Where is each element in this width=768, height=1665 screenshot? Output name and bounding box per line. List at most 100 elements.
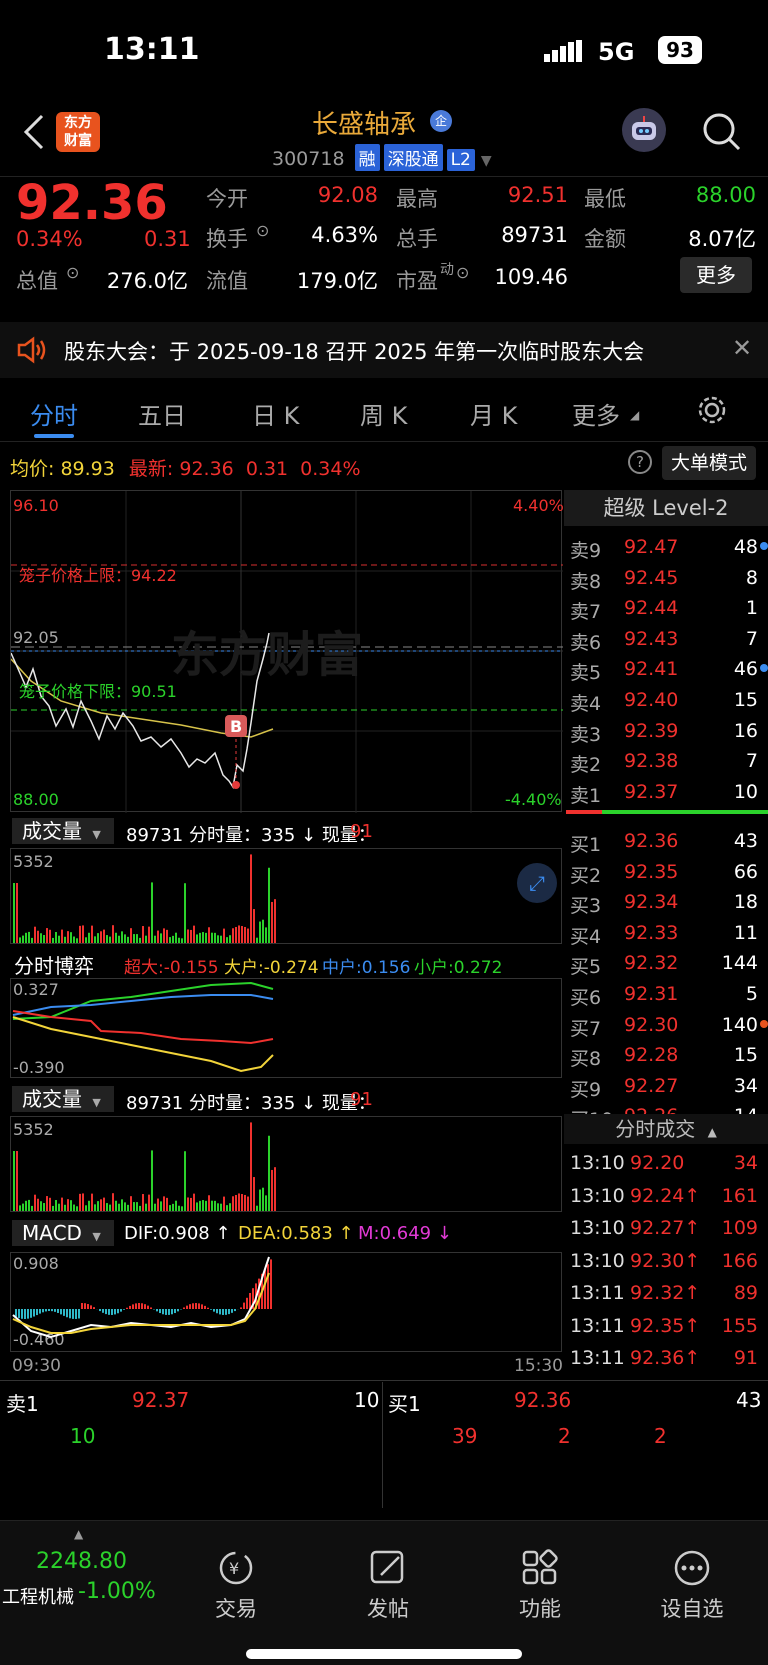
- dropdown-icon[interactable]: ▼: [481, 153, 492, 169]
- notice-bar[interactable]: 股东大会：于 2025-09-18 召开 2025 年第一次临时股东大会 ✕: [0, 322, 768, 378]
- pe-label: 市盈: [396, 269, 438, 293]
- volume-bar: [121, 1199, 123, 1211]
- row-price: 92.34: [624, 891, 679, 914]
- orderbook-title[interactable]: 超级 Level-2: [564, 490, 768, 526]
- nav-post[interactable]: 发帖: [338, 1549, 438, 1623]
- back-arrow-icon[interactable]: [22, 114, 46, 154]
- row-label: 买1: [570, 834, 602, 856]
- tab-5day[interactable]: 五日: [138, 396, 186, 431]
- macd-bar: [183, 1307, 185, 1309]
- macd-chart[interactable]: 0.908 -0.460: [10, 1252, 562, 1352]
- tab-more[interactable]: 更多: [572, 396, 620, 431]
- macd-bar: [144, 1304, 146, 1309]
- volume-bar: [73, 936, 75, 943]
- assistant-robot-icon[interactable]: [622, 108, 666, 152]
- row-label: 卖6: [570, 631, 602, 654]
- row-price: 92.32: [624, 952, 679, 975]
- volume-bar: [166, 1197, 168, 1211]
- volume-bar: [175, 1200, 177, 1211]
- volume-bar: [103, 1197, 105, 1211]
- row-qty: 1: [745, 597, 758, 620]
- edit-icon: [370, 1550, 404, 1584]
- macd-bar: [51, 1309, 53, 1312]
- volume-bar: [265, 927, 267, 943]
- more-dots-icon: [674, 1550, 710, 1586]
- macd-selector-label: MACD: [22, 1221, 82, 1245]
- nav-label: 发帖: [367, 1597, 409, 1621]
- volume-bar: [163, 1196, 165, 1211]
- tab-monthly[interactable]: 月 K: [470, 396, 517, 431]
- volume-bar: [109, 936, 111, 943]
- macd-bar: [210, 1309, 212, 1310]
- settings-gear-icon[interactable]: [696, 394, 728, 430]
- volume-bar: [202, 1200, 204, 1211]
- queue-sell-price: 92.37: [132, 1388, 190, 1412]
- volume-bar: [253, 1177, 255, 1211]
- volume-bar: [250, 854, 252, 943]
- volume-bar: [100, 931, 102, 943]
- more-button[interactable]: 更多: [680, 257, 752, 293]
- queue-sell-qty: 10: [354, 1388, 380, 1412]
- nav-functions[interactable]: 功能: [490, 1549, 590, 1623]
- index-ticker[interactable]: ▲ 2248.80 工程机械 -1.00%: [0, 1521, 168, 1641]
- ticks-title[interactable]: 分时成交 ▲: [564, 1114, 768, 1144]
- macd-bar: [246, 1297, 248, 1309]
- tab-intraday[interactable]: 分时: [30, 396, 78, 431]
- volume-chart-2[interactable]: 5352: [10, 1116, 562, 1212]
- open-label: 今开: [206, 187, 248, 211]
- help-icon[interactable]: ?: [628, 450, 652, 474]
- macd-bar: [48, 1309, 50, 1312]
- macd-bar: [147, 1305, 149, 1309]
- volume-bar: [124, 934, 126, 943]
- tab-daily[interactable]: 日 K: [252, 396, 299, 431]
- expand-icon[interactable]: ⤢: [517, 863, 557, 903]
- nav-watchlist[interactable]: 设自选: [642, 1549, 742, 1623]
- row-price: 92.39: [624, 719, 679, 742]
- info-circle-icon[interactable]: ⊙: [66, 263, 79, 282]
- volume-bar: [190, 929, 192, 943]
- macd-bar: [192, 1303, 194, 1309]
- bid-row: 买8 92.28 15: [566, 1040, 768, 1070]
- nav-trade[interactable]: ¥ 交易: [186, 1549, 286, 1623]
- tick-row: 13:10 92.27↑ 109: [566, 1213, 768, 1245]
- volume-chart-1[interactable]: 5352 ⤢: [10, 848, 562, 944]
- row-qty: 89: [733, 1282, 758, 1304]
- macd-selector[interactable]: MACD ▼: [12, 1220, 114, 1246]
- close-icon[interactable]: ✕: [732, 334, 752, 362]
- svg-text:¥: ¥: [229, 1559, 239, 1578]
- mcap-label: 总值: [16, 269, 58, 293]
- info-circle-icon[interactable]: ⊙: [456, 263, 469, 282]
- divider: [0, 1380, 768, 1381]
- macd-bar: [150, 1307, 152, 1309]
- row-price: 92.27: [624, 1074, 679, 1097]
- volume-selector-2[interactable]: 成交量 ▼: [12, 1086, 114, 1112]
- volume-bar: [118, 1203, 120, 1211]
- search-icon[interactable]: [702, 112, 742, 156]
- notice-text: 股东大会：于 2025-09-18 召开 2025 年第一次临时股东大会: [64, 340, 645, 364]
- macd-bar: [99, 1309, 101, 1312]
- volume-bar: [184, 883, 186, 943]
- volume-bar: [250, 1122, 252, 1211]
- large-order-mode-button[interactable]: 大单模式: [662, 446, 756, 480]
- change-pct: 0.34%: [16, 227, 83, 251]
- macd-dea: DEA:0.583 ↑: [238, 1223, 354, 1244]
- float-label: 流值: [206, 269, 248, 293]
- macd-bar: [33, 1309, 35, 1317]
- tab-weekly[interactable]: 周 K: [360, 396, 407, 431]
- volume-bar: [244, 926, 246, 943]
- volume-label: 总手: [396, 227, 438, 251]
- volume-selector-1[interactable]: 成交量 ▼: [12, 818, 114, 844]
- active-tab-indicator: [34, 434, 74, 438]
- volume-bar: [103, 929, 105, 943]
- price-chart[interactable]: 东方财富 B 96.10 92.05 88.00 4.40% -4.40% 笼子…: [10, 490, 564, 813]
- macd-bar: [93, 1307, 95, 1309]
- game-chart[interactable]: 0.327 -0.390: [10, 978, 562, 1078]
- macd-bar: [66, 1309, 68, 1318]
- row-price: 92.20: [630, 1152, 685, 1174]
- info-circle-icon[interactable]: ⊙: [256, 221, 269, 240]
- volume-bar: [67, 931, 69, 943]
- macd-bar: [198, 1303, 200, 1309]
- macd-bar: [177, 1309, 179, 1312]
- upper-limit-label: 笼子价格上限：94.22: [19, 566, 177, 585]
- macd-bar: [87, 1304, 89, 1309]
